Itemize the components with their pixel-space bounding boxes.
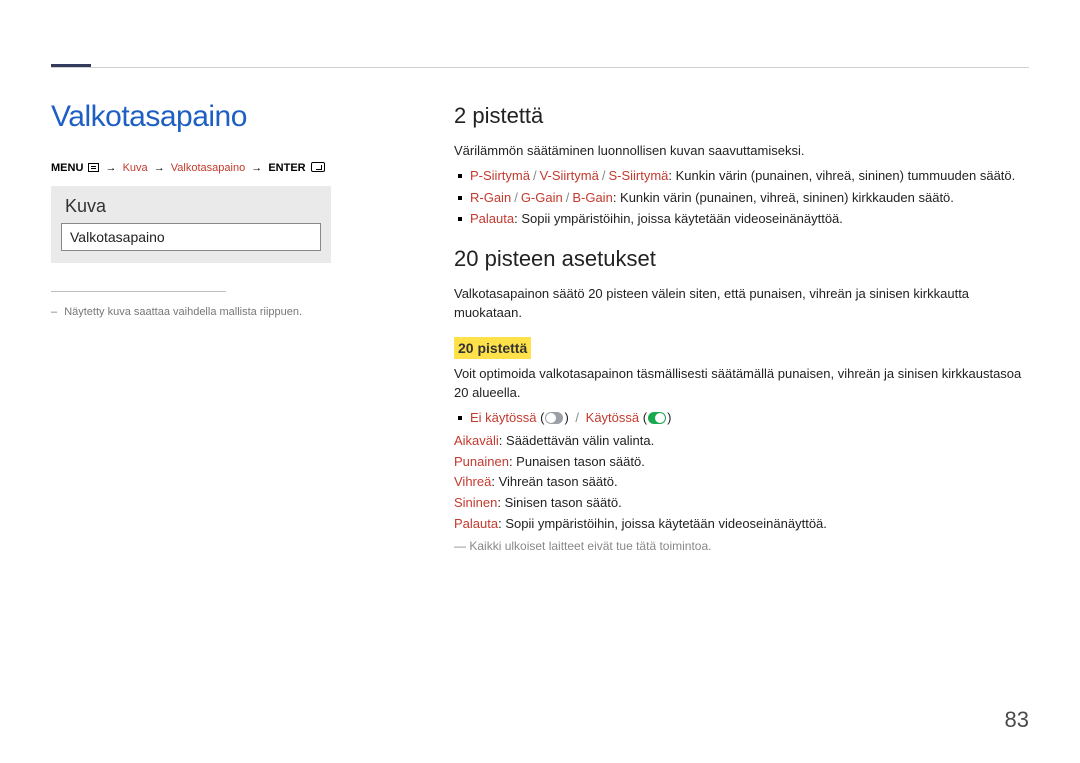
left-column: Valkotasapaino MENU → Kuva → Valkotasapa… <box>51 100 331 318</box>
setting-line: Punainen: Punaisen tason säätö. <box>454 453 1029 472</box>
paren: ) <box>564 410 572 425</box>
term-palauta: Palauta <box>470 211 514 226</box>
toggle-on-icon <box>648 412 666 424</box>
term-desc: : Kunkin värin (punainen, vihreä, sinine… <box>613 190 954 205</box>
paren: ( <box>540 410 544 425</box>
setting-line: Aikaväli: Säädettävän välin valinta. <box>454 432 1029 451</box>
menu-icon <box>88 163 99 172</box>
divider <box>51 291 226 292</box>
section-intro: Valkotasapainon säätö 20 pisteen välein … <box>454 285 1029 323</box>
term-palauta: Palauta <box>454 516 498 531</box>
option-on: Käytössä <box>586 410 639 425</box>
preview-heading: Kuva <box>65 196 321 217</box>
term-p-siirtyma: P-Siirtymä <box>470 168 530 183</box>
term-desc: : Punaisen tason säätö. <box>509 454 645 469</box>
term-desc: : Säädettävän välin valinta. <box>499 433 654 448</box>
setting-line: Vihreä: Vihreän tason säätö. <box>454 473 1029 492</box>
enter-icon <box>311 162 325 172</box>
option-off: Ei käytössä <box>470 410 536 425</box>
setting-line: Sininen: Sinisen tason säätö. <box>454 494 1029 513</box>
list-item: P-Siirtymä/V-Siirtymä/S-Siirtymä: Kunkin… <box>454 167 1029 186</box>
subsection-desc: Voit optimoida valkotasapainon täsmällis… <box>454 365 1029 403</box>
bullet-list: P-Siirtymä/V-Siirtymä/S-Siirtymä: Kunkin… <box>454 167 1029 230</box>
term-desc: : Vihreän tason säätö. <box>491 474 617 489</box>
page-title: Valkotasapaino <box>51 100 331 134</box>
paren: ) <box>667 410 671 425</box>
arrow-icon: → <box>106 162 117 174</box>
dash-icon: – <box>51 306 57 318</box>
paren: ( <box>643 410 647 425</box>
main-content: 2 pistettä Värilämmön säätäminen luonnol… <box>454 100 1029 555</box>
footnote: – Näytetty kuva saattaa vaihdella mallis… <box>51 306 331 318</box>
setting-line: Palauta: Sopii ympäristöihin, joissa käy… <box>454 515 1029 534</box>
term-b-gain: B-Gain <box>572 190 612 205</box>
bullet-list: Ei käytössä () / Käytössä () <box>454 409 1029 428</box>
list-item: R-Gain/G-Gain/B-Gain: Kunkin värin (puna… <box>454 189 1029 208</box>
page-number: 83 <box>1005 707 1029 733</box>
breadcrumb-valkotasapaino: Valkotasapaino <box>171 162 245 174</box>
term-vihrea: Vihreä <box>454 474 491 489</box>
breadcrumb-kuva: Kuva <box>123 162 148 174</box>
term-v-siirtyma: V-Siirtymä <box>540 168 599 183</box>
note: ― Kaikki ulkoiset laitteet eivät tue tät… <box>454 538 1029 555</box>
section-heading-20pisteen: 20 pisteen asetukset <box>454 243 1029 275</box>
note-text: Kaikki ulkoiset laitteet eivät tue tätä … <box>469 539 711 553</box>
term-aikavali: Aikaväli <box>454 433 499 448</box>
breadcrumb: MENU → Kuva → Valkotasapaino → ENTER <box>51 162 331 174</box>
note-prefix: ― <box>454 539 466 553</box>
term-desc: : Kunkin värin (punainen, vihreä, sinine… <box>668 168 1015 183</box>
term-sininen: Sininen <box>454 495 497 510</box>
arrow-icon: → <box>154 162 165 174</box>
term-s-siirtyma: S-Siirtymä <box>608 168 668 183</box>
section-intro: Värilämmön säätäminen luonnollisen kuvan… <box>454 142 1029 161</box>
section-heading-2pistetta: 2 pistettä <box>454 100 1029 132</box>
list-item: Palauta: Sopii ympäristöihin, joissa käy… <box>454 210 1029 229</box>
arrow-icon: → <box>251 162 262 174</box>
term-desc: : Sopii ympäristöihin, joissa käytetään … <box>498 516 827 531</box>
preview-panel: Kuva Valkotasapaino <box>51 186 331 263</box>
header-divider <box>51 67 1029 68</box>
breadcrumb-enter: ENTER <box>268 162 305 174</box>
toggle-off-icon <box>545 412 563 424</box>
footnote-text: Näytetty kuva saattaa vaihdella mallista… <box>64 306 302 318</box>
term-desc: : Sinisen tason säätö. <box>497 495 621 510</box>
preview-row-valkotasapaino[interactable]: Valkotasapaino <box>61 223 321 251</box>
term-punainen: Punainen <box>454 454 509 469</box>
list-item: Ei käytössä () / Käytössä () <box>454 409 1029 428</box>
breadcrumb-menu: MENU <box>51 162 83 174</box>
term-g-gain: G-Gain <box>521 190 563 205</box>
term-r-gain: R-Gain <box>470 190 511 205</box>
term-desc: : Sopii ympäristöihin, joissa käytetään … <box>514 211 843 226</box>
subheading-20pistetta: 20 pistettä <box>454 337 531 359</box>
